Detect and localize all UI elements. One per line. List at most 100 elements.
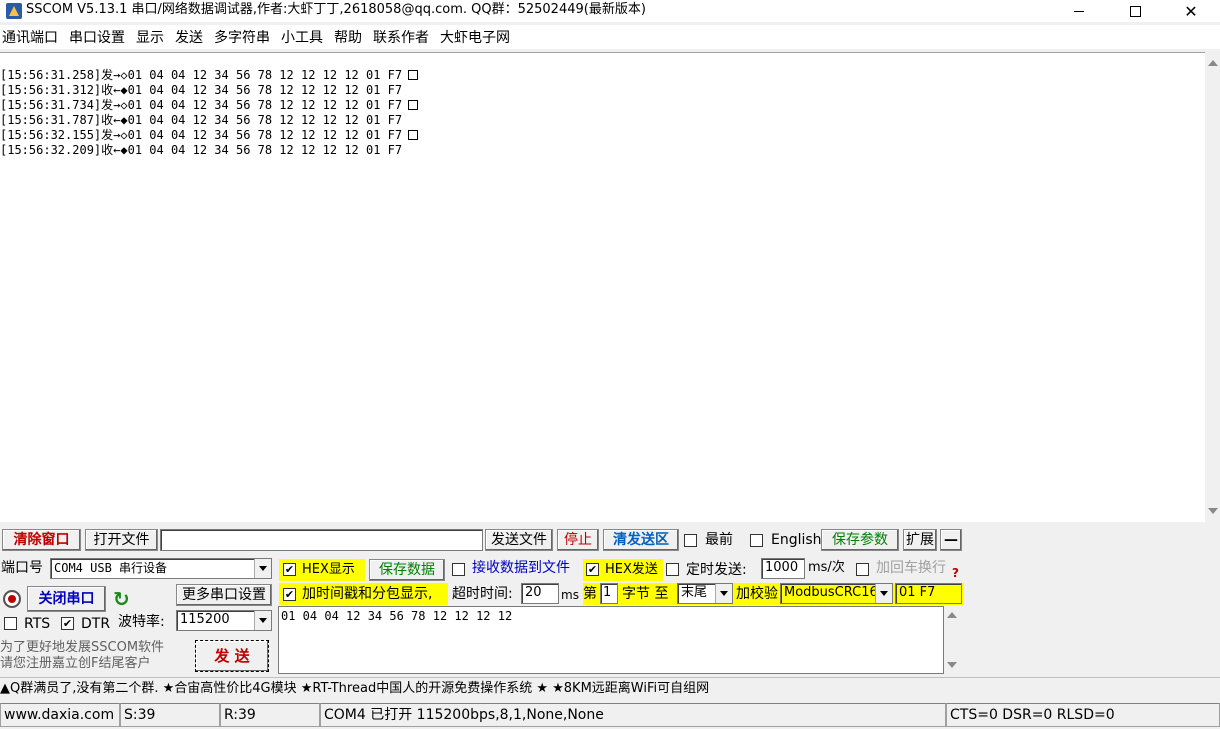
clear-window-button[interactable]: 清除窗口 xyxy=(2,529,81,551)
window-title: SSCOM V5.13.1 串口/网络数据调试器,作者:大虾丁丁,2618058… xyxy=(26,2,646,17)
log-line: [15:56:31.258]发→◇01 04 04 12 34 56 78 12… xyxy=(0,68,419,83)
english-checkbox[interactable] xyxy=(750,534,763,547)
timeout-label: 超时时间: xyxy=(452,586,513,602)
send-file-button[interactable]: 发送文件 xyxy=(485,529,553,551)
port-select[interactable]: COM4 USB 串行设备 xyxy=(50,558,272,579)
stop-button[interactable]: 停止 xyxy=(557,529,599,551)
open-file-button[interactable]: 打开文件 xyxy=(85,529,158,551)
timestamp-label: 加时间戳和分包显示, xyxy=(302,586,433,602)
receive-scrollbar[interactable] xyxy=(1205,52,1220,522)
send-marker-box xyxy=(408,70,419,80)
file-path-input[interactable] xyxy=(160,529,483,551)
hex-send-label: HEX发送 xyxy=(605,562,658,577)
log-line: [15:56:32.155]发→◇01 04 04 12 34 56 78 12… xyxy=(0,128,419,143)
menu-multi-string[interactable]: 多字符串 xyxy=(212,27,279,47)
save-params-button[interactable]: 保存参数 xyxy=(821,529,899,551)
scroll-up-icon[interactable] xyxy=(947,612,957,618)
close-port-button[interactable]: 关闭串口 xyxy=(27,586,106,612)
refresh-icon[interactable]: ↻ xyxy=(113,588,133,610)
promo-line-2: 请您注册嘉立创F结尾客户 xyxy=(0,656,151,671)
status-sent-count: S:39 xyxy=(120,703,220,727)
baud-select[interactable]: 115200 xyxy=(176,610,272,631)
rts-label: RTS xyxy=(24,616,51,632)
byte-from-input[interactable]: 1 xyxy=(600,583,618,604)
timestamp-checkbox[interactable]: ✔ xyxy=(283,588,296,601)
add-crlf-checkbox[interactable] xyxy=(856,563,869,576)
save-data-button[interactable]: 保存数据 xyxy=(369,559,445,581)
status-website[interactable]: www.daxia.com xyxy=(0,703,120,727)
send-scrollbar[interactable] xyxy=(944,606,961,674)
menu-comm-port[interactable]: 通讯端口 xyxy=(0,27,67,47)
hex-display-label: HEX显示 xyxy=(302,562,355,577)
add-crlf-label: 加回车换行 xyxy=(876,560,946,576)
maximize-button[interactable] xyxy=(1112,0,1158,22)
chevron-down-icon[interactable] xyxy=(254,611,271,630)
menu-tools[interactable]: 小工具 xyxy=(279,27,332,47)
topmost-label: 最前 xyxy=(705,532,733,548)
menu-send[interactable]: 发送 xyxy=(173,27,212,47)
collapse-button[interactable]: — xyxy=(940,529,962,551)
timeout-input[interactable]: 20 xyxy=(521,583,559,604)
english-label: English xyxy=(771,532,822,548)
log-line: [15:56:31.787]收←◆01 04 04 12 34 56 78 12… xyxy=(0,113,403,127)
log-lines: [15:56:31.258]发→◇01 04 04 12 34 56 78 12… xyxy=(0,68,419,158)
minimize-button[interactable] xyxy=(1056,0,1102,22)
title-bar: SSCOM V5.13.1 串口/网络数据调试器,作者:大虾丁丁,2618058… xyxy=(0,0,1220,22)
log-line: [15:56:31.312]收←◆01 04 04 12 34 56 78 12… xyxy=(0,83,403,97)
menu-bar: 通讯端口 串口设置 显示 发送 多字符串 小工具 帮助 联系作者 大虾电子网 xyxy=(0,25,1220,49)
more-serial-settings-button[interactable]: 更多串口设置 xyxy=(176,584,272,606)
help-icon[interactable]: ? xyxy=(952,566,959,580)
topmost-checkbox[interactable] xyxy=(684,534,697,547)
log-line: [15:56:32.209]收←◆01 04 04 12 34 56 78 12… xyxy=(0,143,403,157)
status-port-info: COM4 已打开 115200bps,8,1,None,None xyxy=(320,703,946,727)
app-logo-icon xyxy=(6,3,22,19)
port-status-led-icon xyxy=(3,590,21,608)
dtr-checkbox[interactable]: ✔ xyxy=(61,617,74,630)
chevron-down-icon[interactable] xyxy=(715,584,732,603)
menu-display[interactable]: 显示 xyxy=(134,27,173,47)
dtr-label: DTR xyxy=(81,616,111,632)
scroll-down-icon[interactable] xyxy=(947,662,957,668)
clear-send-area-button[interactable]: 清发送区 xyxy=(603,529,679,551)
hex-send-checkbox[interactable]: ✔ xyxy=(586,563,599,576)
recv-to-file-checkbox[interactable] xyxy=(452,563,465,576)
menu-serial-settings[interactable]: 串口设置 xyxy=(67,27,134,47)
send-text-input[interactable]: 01 04 04 12 34 56 78 12 12 12 12 xyxy=(278,606,944,674)
send-marker-box xyxy=(408,100,419,110)
menu-contact-author[interactable]: 联系作者 xyxy=(371,27,438,47)
scroll-down-icon[interactable] xyxy=(1208,508,1218,514)
scroll-up-icon[interactable] xyxy=(1208,60,1218,66)
byte-to-label: 字节 至 xyxy=(622,586,669,602)
port-label: 端口号 xyxy=(1,560,43,576)
close-window-button[interactable]: ✕ xyxy=(1168,0,1214,22)
rts-checkbox[interactable] xyxy=(4,617,17,630)
send-button[interactable]: 发 送 xyxy=(195,640,269,672)
interval-unit-label: ms/次 xyxy=(808,560,845,575)
status-received-count: R:39 xyxy=(220,703,320,727)
news-ticker[interactable]: ▲Q群满员了,没有第二个群. ★合宙高性价比4G模块 ★RT-Thread中国人… xyxy=(0,677,1220,699)
baud-value: 115200 xyxy=(180,612,230,627)
chevron-down-icon[interactable] xyxy=(254,559,271,578)
checksum-select[interactable]: ModbusCRC16 xyxy=(780,583,893,604)
byte-to-value: 末尾 xyxy=(681,585,708,600)
log-line: [15:56:31.734]发→◇01 04 04 12 34 56 78 12… xyxy=(0,98,419,113)
promo-line-1: 为了更好地发展SSCOM软件 xyxy=(0,640,165,655)
menu-daxia-website[interactable]: 大虾电子网 xyxy=(438,27,519,47)
checksum-result: 01 F7 xyxy=(895,583,962,604)
checksum-value: ModbusCRC16 xyxy=(784,585,878,600)
menu-help[interactable]: 帮助 xyxy=(332,27,371,47)
status-signals: CTS=0 DSR=0 RLSD=0 xyxy=(946,703,1220,727)
send-marker-box xyxy=(408,130,419,140)
port-value: COM4 USB 串行设备 xyxy=(54,561,168,575)
baud-label: 波特率: xyxy=(118,614,165,630)
receive-log-area[interactable]: [15:56:31.258]发→◇01 04 04 12 34 56 78 12… xyxy=(0,52,1205,522)
expand-button[interactable]: 扩展 xyxy=(903,529,937,551)
chevron-down-icon[interactable] xyxy=(875,584,892,603)
byte-from-label: 第 xyxy=(583,586,597,602)
timeout-unit-label: ms xyxy=(561,588,579,602)
interval-input[interactable]: 1000 xyxy=(761,558,805,579)
byte-to-select[interactable]: 末尾 xyxy=(677,583,733,604)
timed-send-label: 定时发送: xyxy=(686,562,747,578)
timed-send-checkbox[interactable] xyxy=(666,563,679,576)
hex-display-checkbox[interactable]: ✔ xyxy=(283,563,296,576)
